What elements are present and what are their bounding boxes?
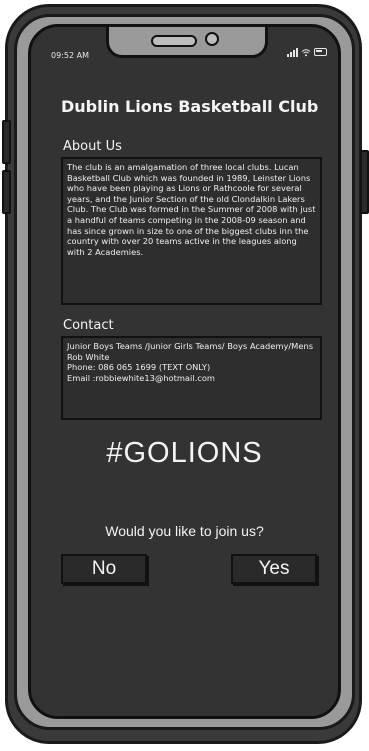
volume-button [2, 120, 11, 164]
contact-teams: Junior Boys Teams /Junior Girls Teams/ B… [67, 341, 314, 351]
page-title: Dublin Lions Basketball Club [61, 97, 319, 116]
contact-email: Email :robbiewhite13@hotmail.com [67, 372, 215, 383]
contact-phone: Phone: 086 065 1699 (TEXT ONLY) [67, 362, 211, 373]
contact-box: Junior Boys Teams /Junior Girls Teams/ B… [61, 336, 322, 420]
volume-button [2, 170, 11, 214]
main-content: Dublin Lions Basketball Club About Us Th… [31, 27, 338, 716]
hashtag-banner: #GOLIONS [106, 437, 263, 469]
no-button[interactable]: No [61, 554, 147, 584]
about-text: The club is an amalgamation of three loc… [61, 157, 322, 305]
stage: 09:52 AM Dublin Lions Basketball Club Ab… [0, 0, 369, 751]
contact-heading: Contact [63, 318, 114, 333]
join-question: Would you like to join us? [105, 523, 264, 539]
yes-button[interactable]: Yes [231, 554, 317, 584]
about-heading: About Us [63, 139, 122, 154]
contact-name: Rob White [67, 351, 110, 362]
phone-screen: 09:52 AM Dublin Lions Basketball Club Ab… [28, 24, 341, 719]
power-button [360, 150, 369, 214]
